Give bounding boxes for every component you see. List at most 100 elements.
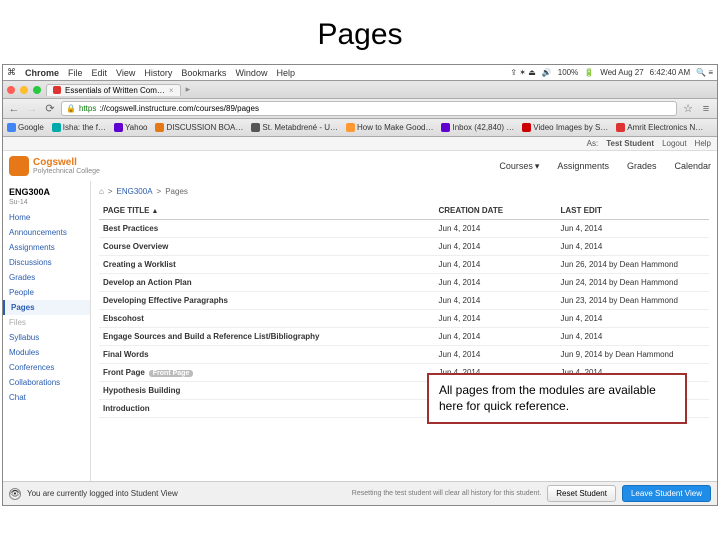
annotation-callout: All pages from the modules are available… — [427, 373, 687, 424]
table-row[interactable]: Best PracticesJun 4, 2014Jun 4, 2014 — [99, 220, 709, 238]
bookmark-item[interactable]: Video Images by S… — [522, 123, 608, 132]
student-view-msg: You are currently logged into Student Vi… — [27, 489, 178, 498]
logo-sub: Polytechnical College — [33, 168, 100, 175]
leave-student-view-button[interactable]: Leave Student View — [622, 485, 711, 502]
bookmark-item[interactable]: How to Make Good… — [346, 123, 433, 132]
breadcrumb: ⌂ > ENG300A > Pages — [99, 185, 709, 202]
maximize-icon[interactable] — [33, 86, 41, 94]
forward-icon[interactable]: → — [25, 102, 39, 116]
nav-calendar[interactable]: Calendar — [674, 161, 711, 172]
menu-help[interactable]: Help — [276, 68, 295, 78]
spotlight-icon[interactable]: 🔍 ≡ — [696, 68, 713, 77]
wifi-icon: ⇪ ✶ ⏏ — [510, 68, 535, 77]
sidebar-item-files[interactable]: Files — [3, 315, 90, 330]
bookmark-item[interactable]: Yahoo — [114, 123, 148, 132]
browser-window: ⌘ Chrome File Edit View History Bookmark… — [2, 64, 718, 506]
volume-icon: 🔊 — [542, 68, 552, 77]
bookmarks-bar: Google Isha: the f… Yahoo DISCUSSION BOA… — [3, 119, 717, 137]
sidebar-item-pages[interactable]: Pages — [3, 300, 90, 315]
reset-student-button[interactable]: Reset Student — [547, 485, 616, 502]
url-text: ://cogswell.instructure.com/courses/89/p… — [99, 104, 259, 113]
eye-icon: 👁 — [9, 488, 21, 500]
table-row[interactable]: EbscohostJun 4, 2014Jun 4, 2014 — [99, 310, 709, 328]
course-term: Su-14 — [3, 199, 90, 210]
close-icon[interactable] — [7, 86, 15, 94]
user-bar: As: Test Student Logout Help — [3, 137, 717, 151]
course-code: ENG300A — [3, 185, 90, 199]
sidebar-item-assignments[interactable]: Assignments — [3, 240, 90, 255]
minimize-icon[interactable] — [20, 86, 28, 94]
favicon-icon — [53, 86, 61, 94]
nav-courses[interactable]: Courses ▾ — [499, 161, 539, 172]
as-label: As: — [587, 139, 599, 148]
table-row[interactable]: Course OverviewJun 4, 2014Jun 4, 2014 — [99, 238, 709, 256]
sidebar-item-discussions[interactable]: Discussions — [3, 255, 90, 270]
lock-icon: 🔒 — [66, 104, 76, 113]
sidebar-item-collaborations[interactable]: Collaborations — [3, 375, 90, 390]
sidebar-item-modules[interactable]: Modules — [3, 345, 90, 360]
table-row[interactable]: Developing Effective ParagraphsJun 4, 20… — [99, 292, 709, 310]
clock-date: Wed Aug 27 — [600, 68, 643, 77]
zoom-level: 100% — [558, 68, 578, 77]
menu-window[interactable]: Window — [235, 68, 267, 78]
toolbar: ← → ⟳ 🔒 https ://cogswell.instructure.co… — [3, 99, 717, 119]
student-name: Test Student — [606, 139, 654, 148]
bookmark-item[interactable]: St. Metabdrené - U… — [251, 123, 338, 132]
os-menubar: ⌘ Chrome File Edit View History Bookmark… — [3, 65, 717, 81]
sidebar-item-chat[interactable]: Chat — [3, 390, 90, 405]
battery-icon: 🔋 — [584, 68, 594, 77]
sidebar-item-home[interactable]: Home — [3, 210, 90, 225]
sidebar-item-conferences[interactable]: Conferences — [3, 360, 90, 375]
nav-assignments[interactable]: Assignments — [557, 161, 609, 172]
sidebar-item-syllabus[interactable]: Syllabus — [3, 330, 90, 345]
table-row[interactable]: Engage Sources and Build a Reference Lis… — [99, 328, 709, 346]
home-icon[interactable]: ⌂ — [99, 187, 104, 196]
col-title[interactable]: PAGE TITLE — [99, 202, 435, 220]
address-bar[interactable]: 🔒 https ://cogswell.instructure.com/cour… — [61, 101, 677, 116]
front-page-badge: Front Page — [149, 370, 194, 377]
new-tab-icon[interactable]: ▸ — [186, 84, 191, 95]
window-titlebar: Essentials of Written Com… × ▸ — [3, 81, 717, 99]
student-view-note: Resetting the test student will clear al… — [352, 490, 541, 497]
bookmark-star-icon[interactable]: ☆ — [681, 102, 695, 116]
logout-link[interactable]: Logout — [662, 139, 686, 148]
back-icon[interactable]: ← — [7, 102, 21, 116]
col-date[interactable]: CREATION DATE — [435, 202, 557, 220]
bookmark-item[interactable]: Inbox (42,840) … — [441, 123, 514, 132]
logo-text: Cogswell — [33, 158, 100, 168]
logo: Cogswell Polytechnical College — [9, 156, 100, 176]
tab-close-icon[interactable]: × — [169, 86, 174, 95]
menu-icon[interactable]: ≡ — [699, 102, 713, 116]
sidebar-item-people[interactable]: People — [3, 285, 90, 300]
menu-file[interactable]: File — [68, 68, 83, 78]
menu-history[interactable]: History — [144, 68, 172, 78]
table-row[interactable]: Develop an Action PlanJun 4, 2014Jun 24,… — [99, 274, 709, 292]
bookmark-item[interactable]: DISCUSSION BOA… — [155, 123, 243, 132]
sidebar-item-announcements[interactable]: Announcements — [3, 225, 90, 240]
app-name: Chrome — [25, 68, 59, 78]
bookmark-item[interactable]: Amrit Electronics N… — [616, 123, 703, 132]
crumb-current: Pages — [165, 187, 188, 196]
sidebar-item-grades[interactable]: Grades — [3, 270, 90, 285]
reload-icon[interactable]: ⟳ — [43, 102, 57, 116]
menu-view[interactable]: View — [116, 68, 135, 78]
main-content: ⌂ > ENG300A > Pages PAGE TITLE CREATION … — [91, 181, 717, 481]
bookmark-item[interactable]: Isha: the f… — [52, 123, 106, 132]
menu-bookmarks[interactable]: Bookmarks — [181, 68, 226, 78]
table-row[interactable]: Creating a WorklistJun 4, 2014Jun 26, 20… — [99, 256, 709, 274]
nav-grades[interactable]: Grades — [627, 161, 657, 172]
col-edit[interactable]: LAST EDIT — [557, 202, 710, 220]
student-view-bar: 👁 You are currently logged into Student … — [3, 481, 717, 505]
sidebar-nav: HomeAnnouncementsAssignmentsDiscussionsG… — [3, 210, 90, 405]
brand-bar: Cogswell Polytechnical College Courses ▾… — [3, 151, 717, 181]
logo-icon — [9, 156, 29, 176]
url-scheme: https — [79, 104, 96, 113]
help-link[interactable]: Help — [695, 139, 711, 148]
tab-title: Essentials of Written Com… — [65, 86, 165, 95]
menu-edit[interactable]: Edit — [92, 68, 108, 78]
bookmark-item[interactable]: Google — [7, 123, 44, 132]
crumb-course[interactable]: ENG300A — [117, 187, 153, 196]
browser-tab[interactable]: Essentials of Written Com… × — [46, 84, 181, 96]
clock-time: 6:42:40 AM — [650, 68, 690, 77]
table-row[interactable]: Final WordsJun 4, 2014Jun 9, 2014 by Dea… — [99, 346, 709, 364]
